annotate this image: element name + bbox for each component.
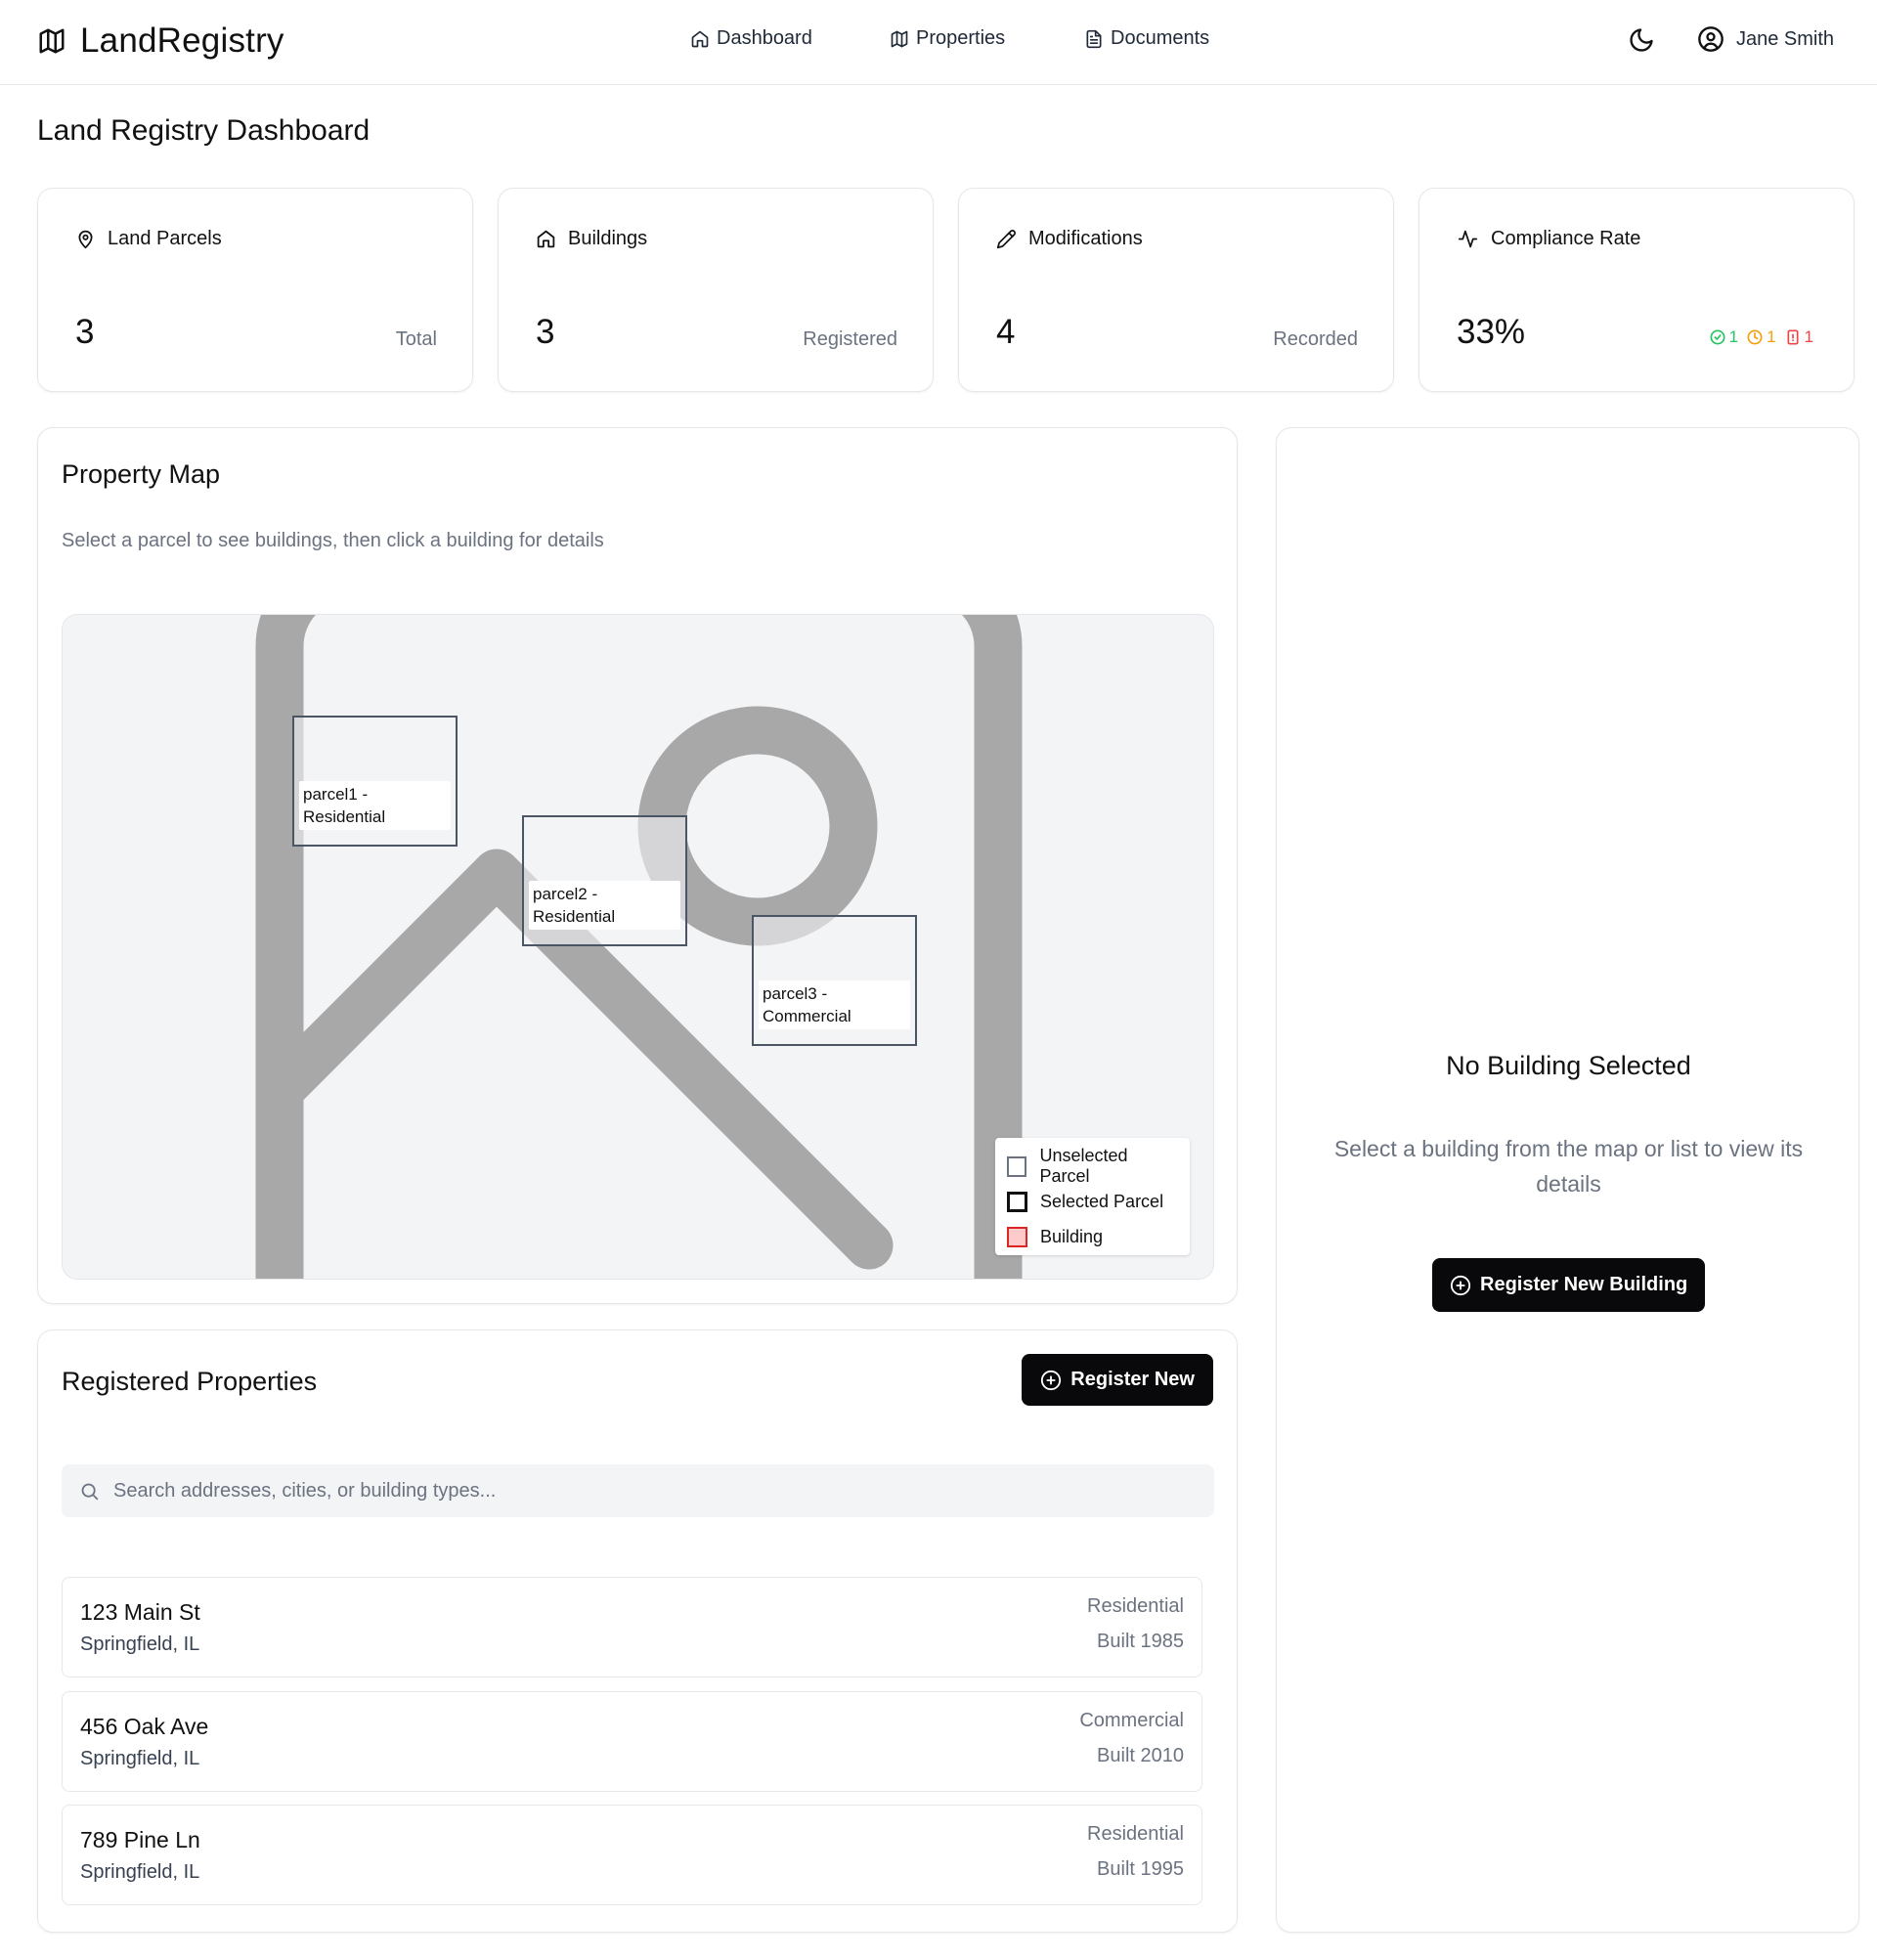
stat-header: Buildings [536, 228, 647, 250]
user-circle-icon [1697, 25, 1724, 53]
nav-dashboard-label: Dashboard [717, 27, 812, 49]
search-input[interactable] [113, 1479, 1189, 1503]
property-city: Springfield, IL [80, 1633, 200, 1655]
brand-name: LandRegistry [80, 22, 284, 60]
stat-value: 3 [75, 313, 95, 351]
map-title: Property Map [62, 459, 221, 489]
parcel-2[interactable]: parcel2 - Residential [522, 815, 687, 946]
stat-label: Land Parcels [108, 228, 222, 249]
parcel-label: parcel1 - Residential [299, 781, 451, 830]
stat-header: Compliance Rate [1457, 228, 1640, 250]
theme-toggle-button[interactable] [1628, 26, 1655, 54]
stat-caption: Recorded [1273, 328, 1358, 350]
legend-item-unselected: Unselected Parcel [1007, 1146, 1178, 1186]
plus-circle-icon [1450, 1275, 1471, 1296]
stat-label: Modifications [1028, 228, 1143, 249]
property-city: Springfield, IL [80, 1748, 200, 1769]
property-row[interactable]: 123 Main St Springfield, IL Residential … [62, 1577, 1202, 1677]
property-type: Commercial [1079, 1710, 1184, 1731]
empty-state-title: No Building Selected [1446, 1051, 1691, 1080]
file-text-icon [1084, 29, 1104, 49]
compliance-breakdown: 1 1 1 [1710, 327, 1818, 347]
nav-properties[interactable]: Properties [890, 27, 1005, 50]
violation-count: 1 [1804, 327, 1813, 346]
pending-count: 1 [1767, 327, 1776, 346]
nav-documents-label: Documents [1111, 27, 1210, 49]
home-icon [690, 29, 710, 49]
clock-icon [1747, 329, 1763, 345]
alert-file-icon [1785, 329, 1801, 345]
legend-label: Building [1040, 1226, 1104, 1246]
user-name: Jane Smith [1736, 27, 1835, 50]
compliant-count: 1 [1728, 327, 1739, 346]
map-pin-icon [75, 229, 96, 249]
map-legend: Unselected Parcel Selected Parcel Buildi… [995, 1138, 1190, 1255]
map-subtitle: Select a parcel to see buildings, then c… [62, 530, 604, 551]
unselected-parcel-swatch [1007, 1155, 1027, 1177]
property-address: 789 Pine Ln [80, 1827, 200, 1852]
pencil-icon [996, 229, 1017, 249]
legend-item-building: Building [1007, 1219, 1178, 1254]
properties-title: Registered Properties [62, 1367, 318, 1396]
property-map[interactable]: parcel1 - Residential parcel2 - Resident… [62, 614, 1214, 1280]
property-type: Residential [1087, 1595, 1184, 1617]
stat-label: Buildings [568, 228, 648, 249]
property-row[interactable]: 456 Oak Ave Springfield, IL Commercial B… [62, 1691, 1202, 1792]
property-type: Residential [1087, 1823, 1184, 1845]
stat-value: 33% [1457, 313, 1526, 351]
property-year: Built 2010 [1097, 1745, 1184, 1766]
legend-item-selected: Selected Parcel [1007, 1184, 1178, 1219]
stat-caption: Registered [803, 328, 897, 350]
check-circle-icon [1710, 329, 1725, 345]
stat-label: Compliance Rate [1491, 228, 1641, 249]
property-address: 456 Oak Ave [80, 1714, 209, 1739]
stat-card-land-parcels: Land Parcels 3 Total [37, 188, 473, 392]
register-new-building-label: Register New Building [1480, 1274, 1688, 1295]
page-title: Land Registry Dashboard [37, 114, 371, 147]
nav-properties-label: Properties [916, 27, 1006, 49]
stat-card-buildings: Buildings 3 Registered [498, 188, 934, 392]
legend-label: Selected Parcel [1040, 1191, 1164, 1211]
property-address: 123 Main St [80, 1599, 200, 1625]
empty-state-text: Select a building from the map or list t… [1333, 1136, 1804, 1197]
top-header: LandRegistry Dashboard Properties Docume… [0, 0, 1877, 85]
stat-card-compliance-rate: Compliance Rate 33% 1 1 1 [1419, 188, 1855, 392]
moon-icon [1628, 26, 1655, 54]
home-icon [536, 229, 556, 249]
activity-icon [1457, 229, 1479, 249]
parcel-3[interactable]: parcel3 - Commercial [752, 915, 917, 1046]
building-details-panel: No Building Selected Select a building f… [1276, 427, 1859, 1933]
building-swatch [1007, 1226, 1027, 1247]
property-row[interactable]: 789 Pine Ln Springfield, IL Residential … [62, 1805, 1202, 1905]
parcel-1[interactable]: parcel1 - Residential [292, 716, 458, 847]
nav-documents[interactable]: Documents [1084, 27, 1209, 50]
property-map-card: Property Map Select a parcel to see buil… [37, 427, 1238, 1304]
register-new-button[interactable]: Register New [1022, 1354, 1213, 1406]
stat-value: 3 [536, 313, 555, 351]
legend-label: Unselected Parcel [1039, 1146, 1128, 1186]
stat-card-modifications: Modifications 4 Recorded [958, 188, 1394, 392]
register-new-building-button[interactable]: Register New Building [1432, 1258, 1706, 1312]
nav-dashboard[interactable]: Dashboard [690, 27, 812, 50]
brand-logo[interactable]: LandRegistry [37, 22, 284, 61]
plus-circle-icon [1040, 1370, 1062, 1391]
register-new-label: Register New [1070, 1369, 1195, 1390]
registered-properties-card: Registered Properties Register New 123 M… [37, 1329, 1238, 1933]
map-icon [890, 29, 909, 49]
stat-header: Land Parcels [75, 228, 222, 250]
user-menu[interactable]: Jane Smith [1697, 25, 1834, 53]
parcel-label: parcel2 - Residential [529, 881, 680, 930]
parcel-label: parcel3 - Commercial [759, 980, 910, 1029]
search-icon [79, 1481, 100, 1502]
selected-parcel-swatch [1007, 1191, 1027, 1212]
stat-header: Modifications [996, 228, 1143, 250]
property-year: Built 1985 [1097, 1631, 1184, 1652]
stat-value: 4 [996, 313, 1016, 351]
map-icon [37, 26, 66, 56]
property-city: Springfield, IL [80, 1861, 200, 1883]
stat-caption: Total [395, 328, 437, 350]
search-bar [62, 1464, 1214, 1517]
property-year: Built 1995 [1097, 1858, 1184, 1880]
